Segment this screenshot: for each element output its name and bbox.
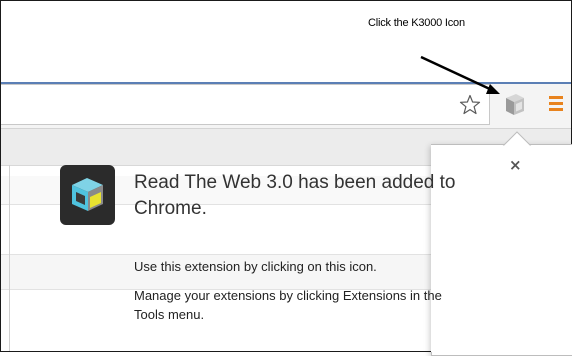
read-the-web-extension-icon[interactable] (503, 92, 527, 118)
address-bar[interactable] (1, 84, 490, 125)
popup-instruction: Use this extension by clicking on this i… (134, 259, 377, 274)
annotation-label: Click the K3000 Icon (368, 17, 465, 29)
popup-manage-text: Manage your extensions by clicking Exten… (134, 288, 442, 322)
star-outline-icon[interactable] (459, 94, 481, 116)
close-icon[interactable]: × (509, 158, 522, 173)
read-the-web-cube-icon (60, 165, 115, 225)
browser-toolbar (1, 84, 571, 129)
title-bar-area (1, 1, 571, 82)
popup-pointer (502, 131, 532, 147)
hamburger-menu-icon[interactable] (549, 96, 563, 112)
popup-title: Read The Web 3.0 has been added to Chrom… (134, 172, 456, 219)
page-left-divider (1, 165, 10, 351)
